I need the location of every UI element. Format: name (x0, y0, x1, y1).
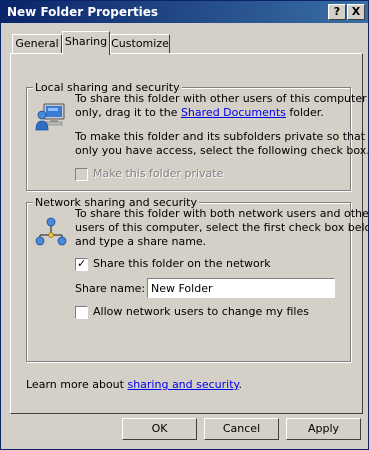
learn-more-text: Learn more about sharing and security. (26, 378, 242, 392)
active-tab-joint (63, 53, 109, 55)
apply-button[interactable]: Apply (286, 418, 361, 440)
checkmark-icon: ✓ (77, 257, 87, 270)
local-desc-line2: only, drag it to the Shared Documents fo… (75, 106, 324, 120)
network-sharing-group: Network sharing and security To share th… (26, 196, 369, 362)
tab-general[interactable]: General (12, 34, 62, 54)
make-private-checkbox[interactable] (75, 168, 88, 181)
ok-button[interactable]: OK (122, 418, 197, 440)
network-share-icon (35, 217, 67, 246)
allow-change-checkbox[interactable] (75, 306, 88, 319)
network-desc-line1: To share this folder with both network u… (75, 207, 369, 220)
dialog-client: General Sharing Customize Local sharing … (1, 23, 369, 449)
learn-more-suffix: . (238, 378, 242, 391)
close-button[interactable]: X (347, 4, 365, 20)
window-title: New Folder Properties (7, 5, 159, 19)
share-name-label: Share name: (75, 282, 146, 295)
allow-change-label: Allow network users to change my files (93, 305, 309, 318)
local-desc-line1: To share this folder with other users of… (75, 92, 367, 105)
network-desc-line3: and type a share name. (75, 235, 207, 248)
local-desc-line2-text: only, drag it to the (75, 106, 181, 119)
tab-sharing[interactable]: Sharing (62, 31, 110, 55)
properties-window: New Folder Properties ? X General Sharin… (0, 0, 369, 450)
shared-documents-link[interactable]: Shared Documents (181, 106, 286, 119)
cancel-button[interactable]: Cancel (204, 418, 279, 440)
local-private-desc-line1: To make this folder and its subfolders p… (75, 130, 366, 143)
help-button[interactable]: ? (328, 4, 346, 20)
sharing-tab-panel: Local sharing and security To share this… (10, 53, 369, 414)
learn-more-prefix: Learn more about (26, 378, 128, 391)
title-bar[interactable]: New Folder Properties ? X (1, 1, 368, 23)
local-desc-line2-suffix: folder. (285, 106, 324, 119)
local-sharing-group: Local sharing and security To share this… (26, 81, 369, 191)
share-folder-label: Share this folder on the network (93, 257, 271, 270)
local-private-desc-line2: only you have access, select the followi… (75, 144, 369, 157)
share-name-input[interactable] (147, 278, 335, 298)
computer-user-icon (35, 103, 65, 131)
share-folder-checkbox[interactable]: ✓ (75, 257, 88, 271)
sharing-security-link[interactable]: sharing and security (127, 378, 238, 391)
tab-customize[interactable]: Customize (110, 34, 170, 54)
make-private-label: Make this folder private (93, 167, 224, 180)
network-desc-line2: users of this computer, select the first… (75, 221, 369, 234)
